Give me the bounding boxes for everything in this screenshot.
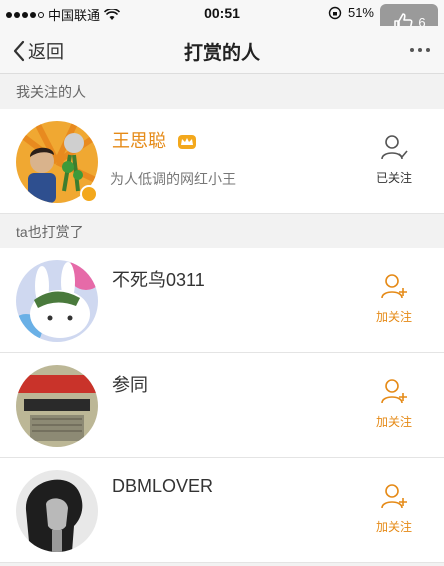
more-icon xyxy=(410,48,414,52)
more-button[interactable] xyxy=(410,48,430,52)
section-header-following: 我关注的人 xyxy=(0,75,444,109)
list-item[interactable]: 不死鸟0311 加关注 xyxy=(0,248,444,353)
rotation-lock-icon xyxy=(328,6,342,19)
add-user-icon xyxy=(381,274,407,299)
status-right: 51% xyxy=(328,5,374,20)
battery-percent: 51% xyxy=(347,5,374,20)
avatar-image xyxy=(16,260,98,342)
user-name[interactable]: 不死鸟0311 xyxy=(112,266,205,292)
avatar-image xyxy=(16,365,98,447)
avatar[interactable] xyxy=(16,260,98,342)
vip-crown-icon xyxy=(178,135,197,150)
list-item[interactable]: DBMLOVER 加关注 xyxy=(0,458,444,563)
user-followed-icon xyxy=(381,135,408,160)
user-name[interactable]: 王思聪 xyxy=(112,127,197,153)
page-title: 打赏的人 xyxy=(183,43,260,64)
avatar[interactable] xyxy=(16,470,98,552)
follow-button[interactable]: 加关注 xyxy=(372,377,416,430)
follow-label: 加关注 xyxy=(375,520,412,534)
add-user-icon xyxy=(381,484,407,509)
follow-label: 加关注 xyxy=(375,415,412,429)
user-name[interactable]: 参同 xyxy=(112,371,148,397)
follow-label: 已关注 xyxy=(375,171,412,185)
follow-button[interactable]: 加关注 xyxy=(372,272,416,325)
section-header-rewarded: ta也打赏了 xyxy=(0,215,444,249)
status-bar: 中国联通 00:51 51% xyxy=(0,0,444,26)
status-time: 00:51 xyxy=(204,5,240,21)
followed-button[interactable]: 已关注 xyxy=(372,133,416,186)
verified-badge-icon xyxy=(80,185,98,203)
user-name-text: 王思聪 xyxy=(112,131,166,151)
user-description: 为人低调的网红小王 xyxy=(110,171,236,187)
avatar-image xyxy=(16,470,98,552)
follow-label: 加关注 xyxy=(375,310,412,324)
avatar[interactable] xyxy=(16,365,98,447)
add-user-icon xyxy=(381,379,407,404)
user-name[interactable]: DBMLOVER xyxy=(112,476,213,497)
list-item[interactable]: 参同 加关注 xyxy=(0,353,444,458)
follow-button[interactable]: 加关注 xyxy=(372,482,416,535)
nav-bar: 返回 打赏的人 xyxy=(0,26,444,74)
list-item-followed-user[interactable]: 王思聪 为人低调的网红小王 已关注 xyxy=(0,109,444,214)
